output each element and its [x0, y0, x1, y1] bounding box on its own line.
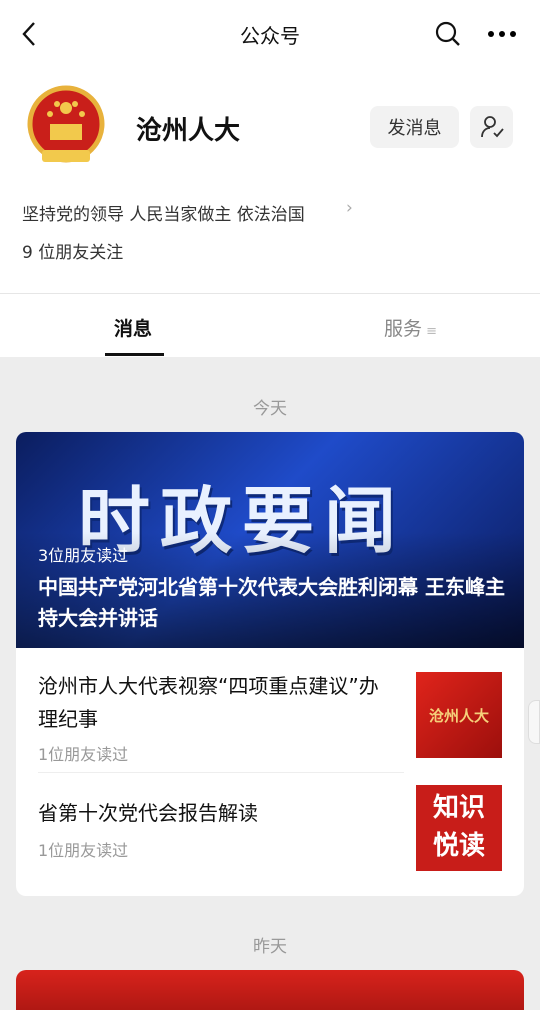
more-button[interactable]	[482, 16, 522, 52]
read-count: 1位朋友读过	[38, 745, 129, 764]
list-item[interactable]: 沧州市人大代表视察“四项重点建议”办理纪事 1位朋友读过 沧州人大	[16, 648, 524, 772]
article-card[interactable]: 时政要闻 3位朋友读过 中国共产党河北省第十次代表大会胜利闭幕 王东峰主持大会并…	[16, 432, 524, 896]
tab-messages[interactable]: 消息	[114, 314, 152, 341]
tab-active-indicator	[105, 353, 164, 356]
user-check-icon	[480, 116, 504, 138]
back-button[interactable]	[12, 14, 46, 54]
account-intro[interactable]: 坚持党的领导 人民当家做主 依法治国	[22, 200, 305, 225]
article-title: 沧州市人大代表视察“四项重点建议”办理纪事	[38, 674, 379, 731]
followers-count[interactable]: 9 位朋友关注	[22, 238, 123, 263]
list-item[interactable]: 省第十次党代会报告解读 1位朋友读过 知识 悦读	[16, 773, 524, 896]
article-thumbnail: 知识 悦读	[416, 785, 502, 871]
article-title: 省第十次党代会报告解读	[38, 801, 258, 825]
chevron-right-icon: ›	[346, 198, 353, 218]
date-yesterday: 昨天	[253, 937, 287, 957]
lead-article-title: 中国共产党河北省第十次代表大会胜利闭幕 王东峰主持大会并讲话	[38, 575, 505, 630]
article-card-partial[interactable]	[16, 970, 524, 1010]
read-count: 1位朋友读过	[38, 841, 129, 860]
more-dots-icon	[488, 31, 516, 37]
lead-read-count: 3位朋友读过	[38, 546, 129, 565]
search-button[interactable]	[430, 16, 466, 52]
tab-services[interactable]: 服务 ≡	[384, 314, 437, 341]
side-handle[interactable]	[528, 700, 540, 744]
divider	[0, 293, 540, 294]
send-message-button[interactable]: 发消息	[370, 106, 459, 148]
article-thumbnail: 沧州人大	[416, 672, 502, 758]
menu-icon: ≡	[422, 324, 438, 339]
profile-header	[0, 0, 540, 357]
date-today: 今天	[253, 399, 287, 419]
follow-settings-button[interactable]	[470, 106, 513, 148]
account-name: 沧州人大	[136, 116, 241, 146]
page-title: 公众号	[240, 24, 300, 48]
search-icon	[435, 21, 460, 46]
chevron-left-icon	[22, 22, 35, 46]
account-emblem	[26, 84, 106, 170]
lead-article-cover[interactable]: 时政要闻 3位朋友读过 中国共产党河北省第十次代表大会胜利闭幕 王东峰主持大会并…	[16, 432, 524, 648]
